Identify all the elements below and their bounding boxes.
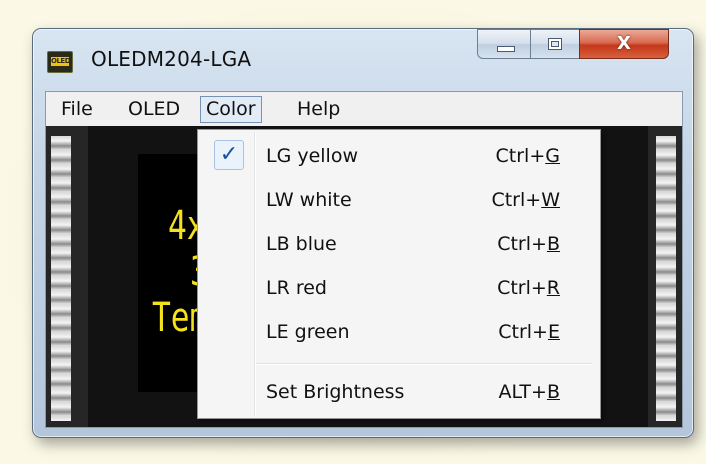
check-icon: ✓	[214, 140, 244, 170]
menu-item-shortcut: Ctrl+R	[497, 277, 560, 299]
minimize-button[interactable]	[477, 29, 531, 59]
close-button[interactable]: X	[579, 29, 669, 59]
menu-item-lb-blue[interactable]: LB blue Ctrl+B	[198, 223, 600, 266]
right-pin-header	[656, 136, 676, 421]
menu-item-label: Set Brightness	[266, 381, 405, 403]
menu-item-label: LG yellow	[266, 145, 359, 167]
menu-item-label: LB blue	[266, 233, 337, 255]
color-menu-dropdown: ✓ LG yellow Ctrl+G LW white Ctrl+W LB bl…	[197, 129, 601, 419]
menu-oled[interactable]: OLED	[123, 96, 185, 123]
menu-separator	[256, 363, 592, 365]
menu-item-lg-yellow[interactable]: ✓ LG yellow Ctrl+G	[198, 135, 600, 178]
menu-item-shortcut: Ctrl+B	[497, 233, 560, 255]
menu-item-shortcut: Ctrl+W	[491, 189, 560, 211]
menu-item-set-brightness[interactable]: Set Brightness ALT+B	[198, 371, 600, 414]
restore-icon	[548, 38, 562, 50]
menu-bar: File OLED Color Help	[46, 92, 682, 126]
menu-item-shortcut: Ctrl+E	[498, 321, 560, 343]
menu-item-lr-red[interactable]: LR red Ctrl+R	[198, 267, 600, 310]
minimize-icon	[497, 46, 515, 52]
menu-item-label: LE green	[266, 321, 350, 343]
oled-app-icon: OLED	[47, 51, 73, 73]
menu-file[interactable]: File	[56, 96, 98, 123]
menu-item-shortcut: Ctrl+G	[495, 145, 560, 167]
menu-item-le-green[interactable]: LE green Ctrl+E	[198, 311, 600, 354]
window-title: OLEDM204-LGA	[91, 47, 252, 71]
menu-item-lw-white[interactable]: LW white Ctrl+W	[198, 179, 600, 222]
menu-color[interactable]: Color	[200, 96, 262, 123]
close-icon: X	[617, 33, 631, 54]
left-pin-header	[51, 136, 71, 421]
maximize-button[interactable]	[530, 29, 580, 59]
menu-item-label: LR red	[266, 277, 327, 299]
menu-item-shortcut: ALT+B	[498, 381, 560, 403]
menu-help[interactable]: Help	[292, 96, 345, 123]
menu-item-label: LW white	[266, 189, 352, 211]
app-icon-text: OLED	[51, 57, 71, 66]
